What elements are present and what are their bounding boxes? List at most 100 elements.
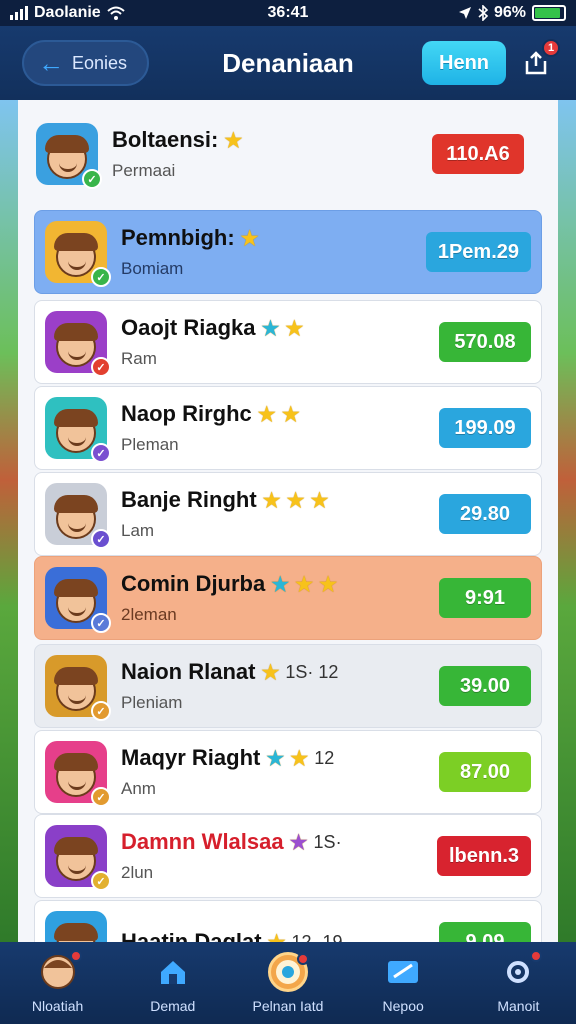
game-list-item[interactable]: ✓ Naion Rlanat ★ 1S· 12 Pleniam 39.00 bbox=[34, 644, 542, 728]
nav-item-label: Demad bbox=[150, 998, 196, 1014]
check-badge-icon: ✓ bbox=[91, 871, 111, 891]
board-icon bbox=[383, 952, 423, 992]
game-subtitle: Anm bbox=[121, 779, 156, 798]
star-icon: ★ bbox=[224, 129, 243, 152]
game-subtitle: Pleniam bbox=[121, 693, 183, 712]
star-icon: ★ bbox=[286, 489, 305, 512]
star-icon: ★ bbox=[289, 831, 308, 854]
game-list-item[interactable]: ✓ Pemnbigh: ★ Bomiam 1Pem.29 bbox=[34, 210, 542, 294]
nav-item[interactable]: Pelnan Iatd bbox=[233, 952, 343, 1014]
nav-item-label: Pelnan Iatd bbox=[252, 998, 324, 1014]
game-list-item[interactable]: ✓ Oaojt Riagka ★ ★ Ram 570.08 bbox=[34, 300, 542, 384]
check-badge-icon: ✓ bbox=[91, 529, 111, 549]
notification-badge: 1 bbox=[542, 39, 560, 57]
game-subtitle: Permaai bbox=[112, 161, 176, 180]
check-badge-icon: ✓ bbox=[91, 443, 111, 463]
check-badge-icon: ✓ bbox=[91, 787, 111, 807]
check-badge-icon: ✓ bbox=[91, 357, 111, 377]
avatar-icon bbox=[38, 950, 82, 992]
game-list-item[interactable]: ✓ Haatin Daglat ★ 12· 19 9.09 bbox=[34, 900, 542, 942]
price-button[interactable]: 570.08 bbox=[439, 322, 531, 362]
battery-icon bbox=[532, 5, 566, 21]
star-icon: ★ bbox=[271, 573, 290, 596]
check-badge-icon: ✓ bbox=[91, 613, 111, 633]
game-avatar-icon: ✓ bbox=[36, 123, 102, 189]
back-arrow-icon: ← bbox=[38, 48, 64, 78]
game-list-item[interactable]: ✓ Banje Ringht ★ ★ ★ Lam 29.80 bbox=[34, 472, 542, 556]
header-action-button[interactable]: Henn bbox=[422, 41, 506, 85]
share-button[interactable]: 1 bbox=[518, 39, 560, 81]
game-subtitle: Pleman bbox=[121, 435, 179, 454]
game-list-item[interactable]: ✓ Naop Rirghc ★ ★ Pleman 199.09 bbox=[34, 386, 542, 470]
target-icon bbox=[267, 952, 309, 992]
game-name: Comin Djurba bbox=[121, 571, 266, 596]
nav-item-label: Manoit bbox=[497, 998, 540, 1014]
game-name: Damnn Wlalsaa bbox=[121, 829, 284, 854]
game-subtitle: Ram bbox=[121, 349, 157, 368]
nav-item[interactable]: Manoit bbox=[463, 950, 573, 1014]
check-badge-icon: ✓ bbox=[82, 169, 102, 189]
game-subtitle: 2leman bbox=[121, 605, 177, 624]
check-badge-icon: ✓ bbox=[91, 267, 111, 287]
star-icon: ★ bbox=[290, 747, 309, 770]
game-subtitle: Lam bbox=[121, 521, 155, 540]
game-extra-stat: 12 bbox=[314, 747, 335, 768]
game-list-item[interactable]: ✓ Boltaensi: ★ Permaai 110.A6 bbox=[26, 112, 534, 196]
game-name: Pemnbigh: bbox=[121, 225, 235, 250]
app-header: ← Eonies Denaniaan Henn 1 bbox=[0, 26, 576, 100]
star-icon: ★ bbox=[268, 930, 286, 943]
clock: 36:41 bbox=[267, 4, 309, 21]
price-button[interactable]: 110.A6 bbox=[432, 134, 524, 174]
game-list-item[interactable]: ✓ Damnn Wlalsaa ★ 1S· 2lun lbenn.3 bbox=[34, 814, 542, 898]
game-extra-stat: 1S· bbox=[313, 831, 342, 852]
nav-item-label: Nepoo bbox=[382, 998, 424, 1014]
star-icon: ★ bbox=[266, 747, 285, 770]
star-icon: ★ bbox=[281, 403, 300, 426]
game-name: Maqyr Riaght bbox=[121, 745, 261, 770]
back-button-label: Eonies bbox=[72, 52, 128, 73]
game-avatar-icon: ✓ bbox=[45, 397, 111, 463]
star-icon: ★ bbox=[285, 317, 304, 340]
game-name: Naion Rlanat bbox=[121, 659, 256, 684]
star-icon: ★ bbox=[261, 317, 280, 340]
settings-icon bbox=[498, 950, 543, 992]
nav-item-label: Nloatiah bbox=[31, 998, 84, 1014]
game-name: Haatin Daglat bbox=[121, 929, 262, 942]
game-subtitle: 2lun bbox=[121, 863, 154, 882]
star-icon: ★ bbox=[319, 573, 338, 596]
price-button[interactable]: lbenn.3 bbox=[436, 836, 531, 876]
price-button[interactable]: 199.09 bbox=[439, 408, 531, 448]
price-button[interactable]: 29.80 bbox=[439, 494, 531, 534]
game-list-item[interactable]: ✓ Comin Djurba ★ ★ ★ 2leman 9:91 bbox=[34, 556, 542, 640]
game-avatar-icon: ✓ bbox=[45, 221, 111, 287]
bottom-nav: Nloatiah Demad Pelnan Iatd Nepoo Manoit bbox=[0, 942, 576, 1024]
nav-badge-dot bbox=[296, 953, 309, 965]
game-avatar-icon: ✓ bbox=[45, 825, 111, 891]
price-button[interactable]: 9:91 bbox=[439, 578, 531, 618]
star-icon: ★ bbox=[240, 227, 259, 250]
back-button[interactable]: ← Eonies bbox=[22, 40, 150, 86]
game-extra-stat: 1S· 12 bbox=[285, 661, 339, 682]
game-name: Boltaensi: bbox=[112, 127, 219, 152]
price-button[interactable]: 87.00 bbox=[439, 752, 531, 792]
price-button[interactable]: 39.00 bbox=[439, 666, 531, 706]
nav-item[interactable]: Nepoo bbox=[348, 952, 458, 1014]
star-icon: ★ bbox=[262, 489, 281, 512]
star-icon: ★ bbox=[257, 403, 276, 426]
status-bar: Daolanie 36:41 96% bbox=[0, 0, 576, 26]
game-avatar-icon: ✓ bbox=[45, 483, 111, 549]
star-icon: ★ bbox=[310, 489, 329, 512]
star-icon: ★ bbox=[261, 661, 280, 684]
nav-item[interactable]: Demad bbox=[118, 952, 228, 1014]
price-button[interactable]: 9.09 bbox=[439, 922, 531, 942]
game-list-item[interactable]: ✓ Maqyr Riaght ★ ★ 12 Anm 87.00 bbox=[34, 730, 542, 814]
game-avatar-icon: ✓ bbox=[45, 311, 111, 377]
game-avatar-icon: ✓ bbox=[45, 655, 111, 721]
price-button[interactable]: 1Pem.29 bbox=[425, 232, 531, 272]
star-icon: ★ bbox=[295, 573, 314, 596]
game-name: Naop Rirghc bbox=[121, 401, 252, 426]
game-avatar-icon: ✓ bbox=[45, 567, 111, 633]
nav-badge-dot bbox=[530, 950, 543, 962]
nav-badge-dot bbox=[69, 950, 82, 962]
nav-item[interactable]: Nloatiah bbox=[3, 950, 113, 1014]
